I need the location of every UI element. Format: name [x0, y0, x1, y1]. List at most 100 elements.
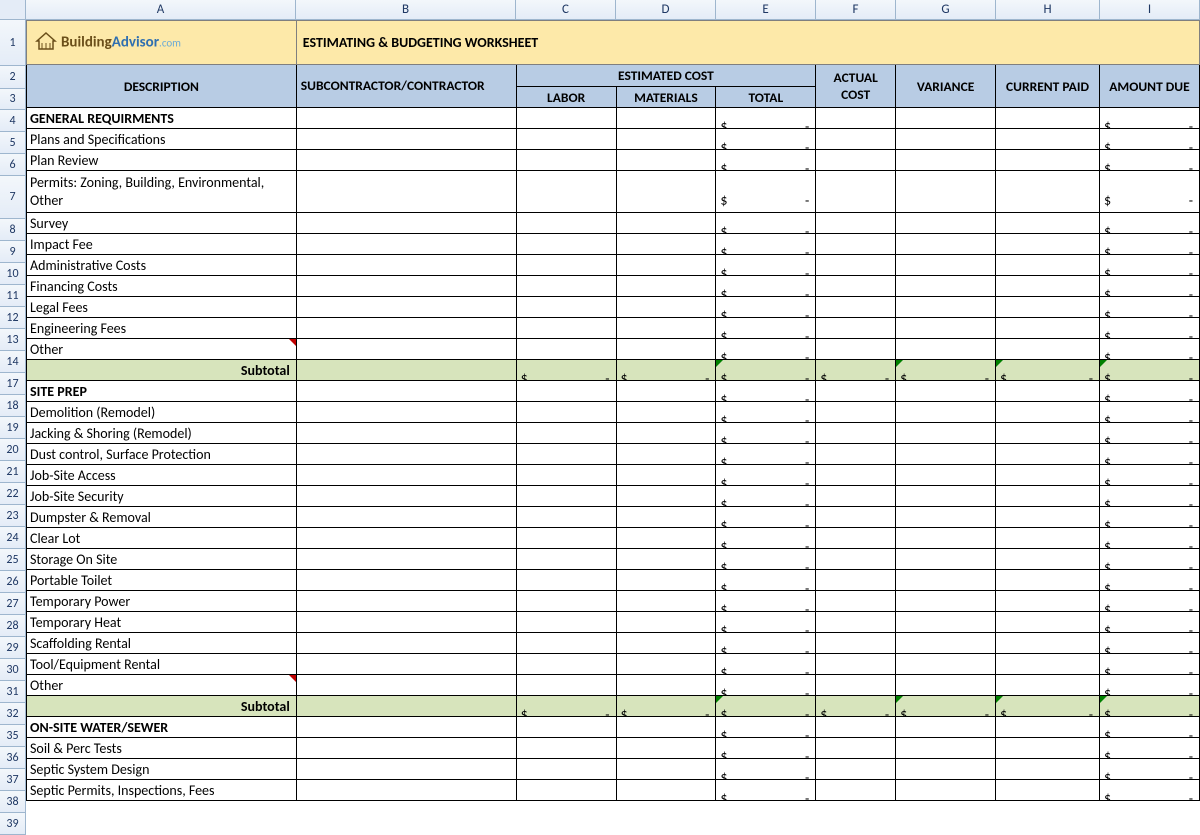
- cell-D35[interactable]: $-: [616, 696, 716, 717]
- cell-I8[interactable]: $-: [1099, 213, 1199, 234]
- cell-I14[interactable]: $-: [1099, 339, 1199, 360]
- cell-E28[interactable]: $-: [716, 591, 816, 612]
- cell-B26[interactable]: [296, 549, 516, 570]
- cell-H7[interactable]: [996, 171, 1100, 213]
- cell-D28[interactable]: [616, 591, 716, 612]
- cell-A36[interactable]: ON-SITE WATER/SEWER: [27, 717, 297, 738]
- cell-I6[interactable]: $-: [1099, 150, 1199, 171]
- cell-D37[interactable]: [616, 738, 716, 759]
- cell-E10[interactable]: $-: [716, 255, 816, 276]
- cell-E26[interactable]: $-: [716, 549, 816, 570]
- cell-E32[interactable]: $-: [716, 675, 816, 696]
- cell-I25[interactable]: $-: [1099, 528, 1199, 549]
- cell-G27[interactable]: [896, 570, 996, 591]
- cell-I7[interactable]: $-: [1099, 171, 1199, 213]
- cell-G22[interactable]: [896, 465, 996, 486]
- cell-A24[interactable]: Dumpster & Removal: [27, 507, 297, 528]
- cell-B31[interactable]: [296, 654, 516, 675]
- cell-C31[interactable]: [516, 654, 616, 675]
- cell-D9[interactable]: [616, 234, 716, 255]
- cell-E17[interactable]: $-: [716, 360, 816, 381]
- cell-H26[interactable]: [996, 549, 1100, 570]
- row-header-1[interactable]: 1: [0, 20, 26, 66]
- cell-E39[interactable]: $-: [716, 780, 816, 801]
- cell-A17[interactable]: Subtotal: [27, 360, 297, 381]
- cell-G20[interactable]: [896, 423, 996, 444]
- column-header-G[interactable]: G: [896, 0, 996, 20]
- cell-D22[interactable]: [616, 465, 716, 486]
- cell-B39[interactable]: [296, 780, 516, 801]
- row-header-5[interactable]: 5: [0, 132, 26, 154]
- cell-D25[interactable]: [616, 528, 716, 549]
- row-header-2[interactable]: 2: [0, 66, 26, 89]
- cell-B32[interactable]: [296, 675, 516, 696]
- cell-D19[interactable]: [616, 402, 716, 423]
- cell-G35[interactable]: $-: [896, 696, 996, 717]
- cell-I18[interactable]: $-: [1099, 381, 1199, 402]
- row-header-37[interactable]: 37: [0, 769, 26, 791]
- cell-I31[interactable]: $-: [1099, 654, 1199, 675]
- cell-H17[interactable]: $-: [996, 360, 1100, 381]
- cell-A31[interactable]: Tool/Equipment Rental: [27, 654, 297, 675]
- cell-G10[interactable]: [896, 255, 996, 276]
- cell-B9[interactable]: [296, 234, 516, 255]
- row-header-12[interactable]: 12: [0, 307, 26, 329]
- row-header-8[interactable]: 8: [0, 219, 26, 241]
- cell-I23[interactable]: $-: [1099, 486, 1199, 507]
- row-header-17[interactable]: 17: [0, 373, 26, 395]
- cell-F21[interactable]: [816, 444, 896, 465]
- select-all-corner[interactable]: [0, 0, 26, 20]
- cell-G5[interactable]: [896, 129, 996, 150]
- cell-I4[interactable]: $-: [1099, 108, 1199, 129]
- cell-B8[interactable]: [296, 213, 516, 234]
- cell-C20[interactable]: [516, 423, 616, 444]
- cell-F18[interactable]: [816, 381, 896, 402]
- cell-F6[interactable]: [816, 150, 896, 171]
- cell-H36[interactable]: [996, 717, 1100, 738]
- cell-D7[interactable]: [616, 171, 716, 213]
- cell-C14[interactable]: [516, 339, 616, 360]
- cell-A13[interactable]: Engineering Fees: [27, 318, 297, 339]
- cell-A23[interactable]: Job-Site Security: [27, 486, 297, 507]
- cell-F26[interactable]: [816, 549, 896, 570]
- cell-B35[interactable]: [296, 696, 516, 717]
- cell-C7[interactable]: [516, 171, 616, 213]
- cell-H37[interactable]: [996, 738, 1100, 759]
- cell-F5[interactable]: [816, 129, 896, 150]
- cell-B17[interactable]: [296, 360, 516, 381]
- cell-F10[interactable]: [816, 255, 896, 276]
- cell-G30[interactable]: [896, 633, 996, 654]
- cell-B22[interactable]: [296, 465, 516, 486]
- cell-E29[interactable]: $-: [716, 612, 816, 633]
- cell-G18[interactable]: [896, 381, 996, 402]
- cell-C39[interactable]: [516, 780, 616, 801]
- cell-H14[interactable]: [996, 339, 1100, 360]
- cell-B6[interactable]: [296, 150, 516, 171]
- cell-G28[interactable]: [896, 591, 996, 612]
- cell-H21[interactable]: [996, 444, 1100, 465]
- cell-G7[interactable]: [896, 171, 996, 213]
- cell-F32[interactable]: [816, 675, 896, 696]
- cell-C17[interactable]: $-: [516, 360, 616, 381]
- cell-F12[interactable]: [816, 297, 896, 318]
- cell-F9[interactable]: [816, 234, 896, 255]
- cell-H38[interactable]: [996, 759, 1100, 780]
- cell-C19[interactable]: [516, 402, 616, 423]
- cell-D12[interactable]: [616, 297, 716, 318]
- row-header-25[interactable]: 25: [0, 549, 26, 571]
- cell-I20[interactable]: $-: [1099, 423, 1199, 444]
- cell-F22[interactable]: [816, 465, 896, 486]
- cell-F23[interactable]: [816, 486, 896, 507]
- cell-I12[interactable]: $-: [1099, 297, 1199, 318]
- cell-B20[interactable]: [296, 423, 516, 444]
- cell-B10[interactable]: [296, 255, 516, 276]
- cell-G19[interactable]: [896, 402, 996, 423]
- cell-E31[interactable]: $-: [716, 654, 816, 675]
- cell-B21[interactable]: [296, 444, 516, 465]
- cell-A28[interactable]: Temporary Power: [27, 591, 297, 612]
- cell-D23[interactable]: [616, 486, 716, 507]
- cell-A39[interactable]: Septic Permits, Inspections, Fees: [27, 780, 297, 801]
- cell-I39[interactable]: $-: [1099, 780, 1199, 801]
- cell-H6[interactable]: [996, 150, 1100, 171]
- cell-A18[interactable]: SITE PREP: [27, 381, 297, 402]
